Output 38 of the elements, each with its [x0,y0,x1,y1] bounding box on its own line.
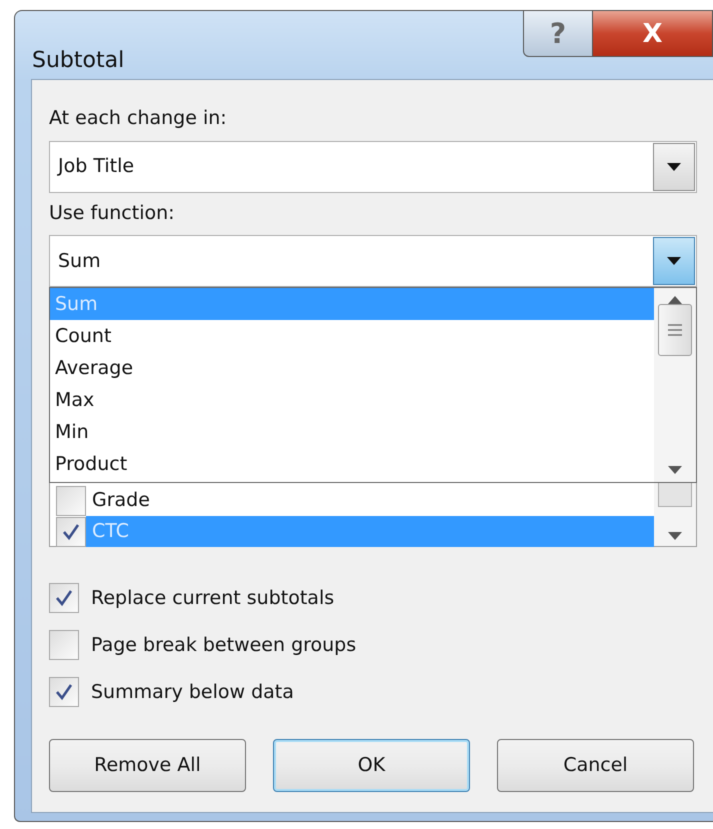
grip-icon [668,323,682,337]
list-item[interactable]: Grade [86,485,654,516]
caret-icon [667,257,681,265]
dropdown-option[interactable]: Average [50,352,654,384]
dialog-button[interactable]: Cancel [497,739,694,792]
field-label: At each change in: [49,106,228,131]
dropdown-option[interactable]: Count [50,320,654,352]
caret-icon [667,162,681,170]
checkbox[interactable] [56,486,86,516]
dialog-button[interactable]: Remove All [49,739,246,792]
help-button[interactable]: ? [523,11,593,57]
checkbox[interactable] [49,630,79,660]
dropdown-button[interactable] [653,237,695,285]
dropdown-option[interactable]: Product [50,448,654,480]
function-dropdown[interactable]: Sum [49,235,697,287]
scroll-down-icon[interactable] [668,532,682,540]
dropdown-button[interactable] [653,142,695,190]
scrollbar-thumb[interactable] [658,483,692,507]
checkbox[interactable] [49,583,79,613]
dropdown-value: Job Title [58,154,136,180]
dialog-button[interactable]: OK [273,739,470,792]
change-in-dropdown[interactable]: Job Title [49,140,697,192]
checkbox-label: Replace current subtotals [91,586,334,611]
dropdown-option[interactable]: Min [50,416,654,448]
checkmark-icon [61,522,81,542]
dropdown-option[interactable]: Max [50,384,654,416]
dropdown-value: Sum [58,248,102,274]
scrollbar-thumb[interactable] [658,304,692,356]
checkbox-label: Summary below data [91,680,294,705]
window-title: Subtotal [32,47,124,75]
checkmark-icon [54,682,74,702]
checkbox-label: Page break between groups [91,632,356,658]
checkbox[interactable] [49,677,79,707]
scroll-down-icon[interactable] [668,466,682,474]
checkmark-icon [54,588,74,608]
field-label: Use function: [49,200,176,226]
close-button[interactable]: X [593,11,713,57]
checkbox[interactable] [56,516,86,546]
